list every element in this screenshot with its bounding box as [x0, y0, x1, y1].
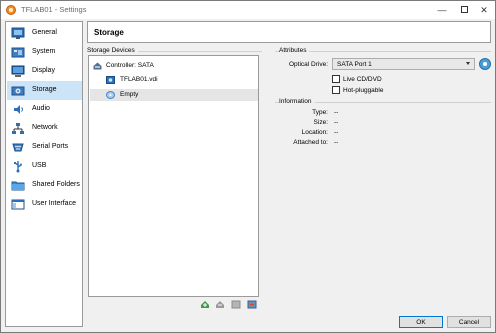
- add-attachment-icon[interactable]: [231, 300, 241, 309]
- network-icon: [12, 123, 24, 134]
- hot-pluggable-checkbox[interactable]: [332, 86, 340, 94]
- optical-disc-icon: [106, 91, 115, 99]
- sidebar-item-label: USB: [32, 162, 47, 169]
- page-title: Storage: [94, 28, 124, 37]
- storage-tree[interactable]: Controller: SATA TFLAB01.vdi Empty: [88, 55, 259, 297]
- sidebar-item-usb[interactable]: USB: [7, 157, 82, 176]
- sidebar-item-audio[interactable]: Audio: [7, 100, 82, 119]
- minimize-button[interactable]: —: [435, 3, 449, 17]
- sidebar-item-network[interactable]: Network: [7, 119, 82, 138]
- close-button[interactable]: ✕: [477, 3, 491, 17]
- sidebar-item-serial-ports[interactable]: Serial Ports: [7, 138, 82, 157]
- virtualbox-icon: [6, 5, 16, 15]
- sidebar-item-display[interactable]: Display: [7, 62, 82, 81]
- hot-pluggable-label: Hot-pluggable: [343, 87, 384, 94]
- info-location-value: --: [334, 129, 339, 136]
- info-size-label: Size:: [313, 119, 328, 126]
- sidebar-item-label: System: [32, 48, 56, 55]
- settings-sidebar: General System Display Storage Audio Net…: [5, 21, 83, 327]
- usb-icon: [14, 161, 22, 173]
- audio-icon: [14, 105, 23, 114]
- live-cd-label: Live CD/DVD: [343, 76, 382, 83]
- tree-row-controller[interactable]: Controller: SATA: [89, 60, 258, 72]
- maximize-button[interactable]: [457, 3, 471, 17]
- tree-row-optical-drive[interactable]: Empty: [90, 89, 258, 101]
- system-icon: [11, 47, 25, 58]
- optical-drive-label: Optical Drive:: [288, 61, 328, 68]
- shared-folders-icon: [11, 181, 25, 191]
- optical-drive-value: SATA Port 1: [337, 61, 372, 68]
- info-type-value: --: [334, 109, 339, 116]
- info-size-value: --: [334, 119, 339, 126]
- information-label: Information: [279, 98, 315, 105]
- tree-item-label: Empty: [120, 91, 139, 98]
- remove-attachment-icon[interactable]: [247, 300, 257, 309]
- sidebar-item-label: Audio: [32, 105, 50, 112]
- title-bar: TFLAB01 - Settings — ✕: [1, 1, 495, 19]
- tree-item-label: TFLAB01.vdi: [120, 76, 158, 83]
- serial-ports-icon: [12, 143, 24, 152]
- add-controller-icon[interactable]: [200, 300, 210, 309]
- sidebar-item-label: Storage: [32, 86, 57, 93]
- user-interface-icon: [11, 199, 25, 210]
- sidebar-item-storage[interactable]: Storage: [7, 81, 82, 100]
- sidebar-item-general[interactable]: General: [7, 24, 82, 43]
- settings-window: TFLAB01 - Settings — ✕ General System Di…: [0, 0, 496, 333]
- ok-button[interactable]: OK: [399, 316, 443, 328]
- sidebar-item-label: Display: [32, 67, 55, 74]
- info-attached-to-label: Attached to:: [293, 139, 328, 146]
- attributes-label: Attributes: [279, 47, 310, 54]
- sidebar-item-label: Shared Folders: [32, 181, 80, 188]
- cancel-button[interactable]: Cancel: [447, 316, 491, 328]
- sidebar-item-system[interactable]: System: [7, 43, 82, 62]
- info-type-label: Type:: [312, 109, 328, 116]
- hard-disk-icon: [106, 76, 115, 84]
- page-header: Storage: [87, 21, 491, 43]
- live-cd-checkbox[interactable]: [332, 75, 340, 83]
- sidebar-item-user-interface[interactable]: User Interface: [7, 195, 82, 214]
- storage-devices-label: Storage Devices: [87, 47, 138, 54]
- chevron-down-icon: [466, 62, 470, 65]
- sidebar-item-label: Serial Ports: [32, 143, 69, 150]
- choose-disk-button[interactable]: [479, 58, 491, 70]
- general-icon: [11, 27, 25, 39]
- info-attached-to-value: --: [334, 139, 339, 146]
- sidebar-item-label: General: [32, 29, 57, 36]
- info-location-label: Location:: [301, 129, 328, 136]
- maximize-icon: [460, 6, 468, 13]
- controller-icon: [93, 62, 102, 70]
- tree-row-hard-disk[interactable]: TFLAB01.vdi: [89, 74, 258, 86]
- tree-item-label: Controller: SATA: [106, 62, 154, 69]
- optical-drive-select[interactable]: SATA Port 1: [332, 58, 475, 70]
- window-title: TFLAB01 - Settings: [21, 5, 87, 14]
- display-icon: [11, 65, 25, 77]
- storage-icon: [11, 86, 25, 96]
- remove-controller-icon[interactable]: [215, 300, 225, 309]
- sidebar-item-label: User Interface: [32, 200, 76, 207]
- sidebar-item-label: Network: [32, 124, 58, 131]
- sidebar-item-shared-folders[interactable]: Shared Folders: [7, 176, 82, 195]
